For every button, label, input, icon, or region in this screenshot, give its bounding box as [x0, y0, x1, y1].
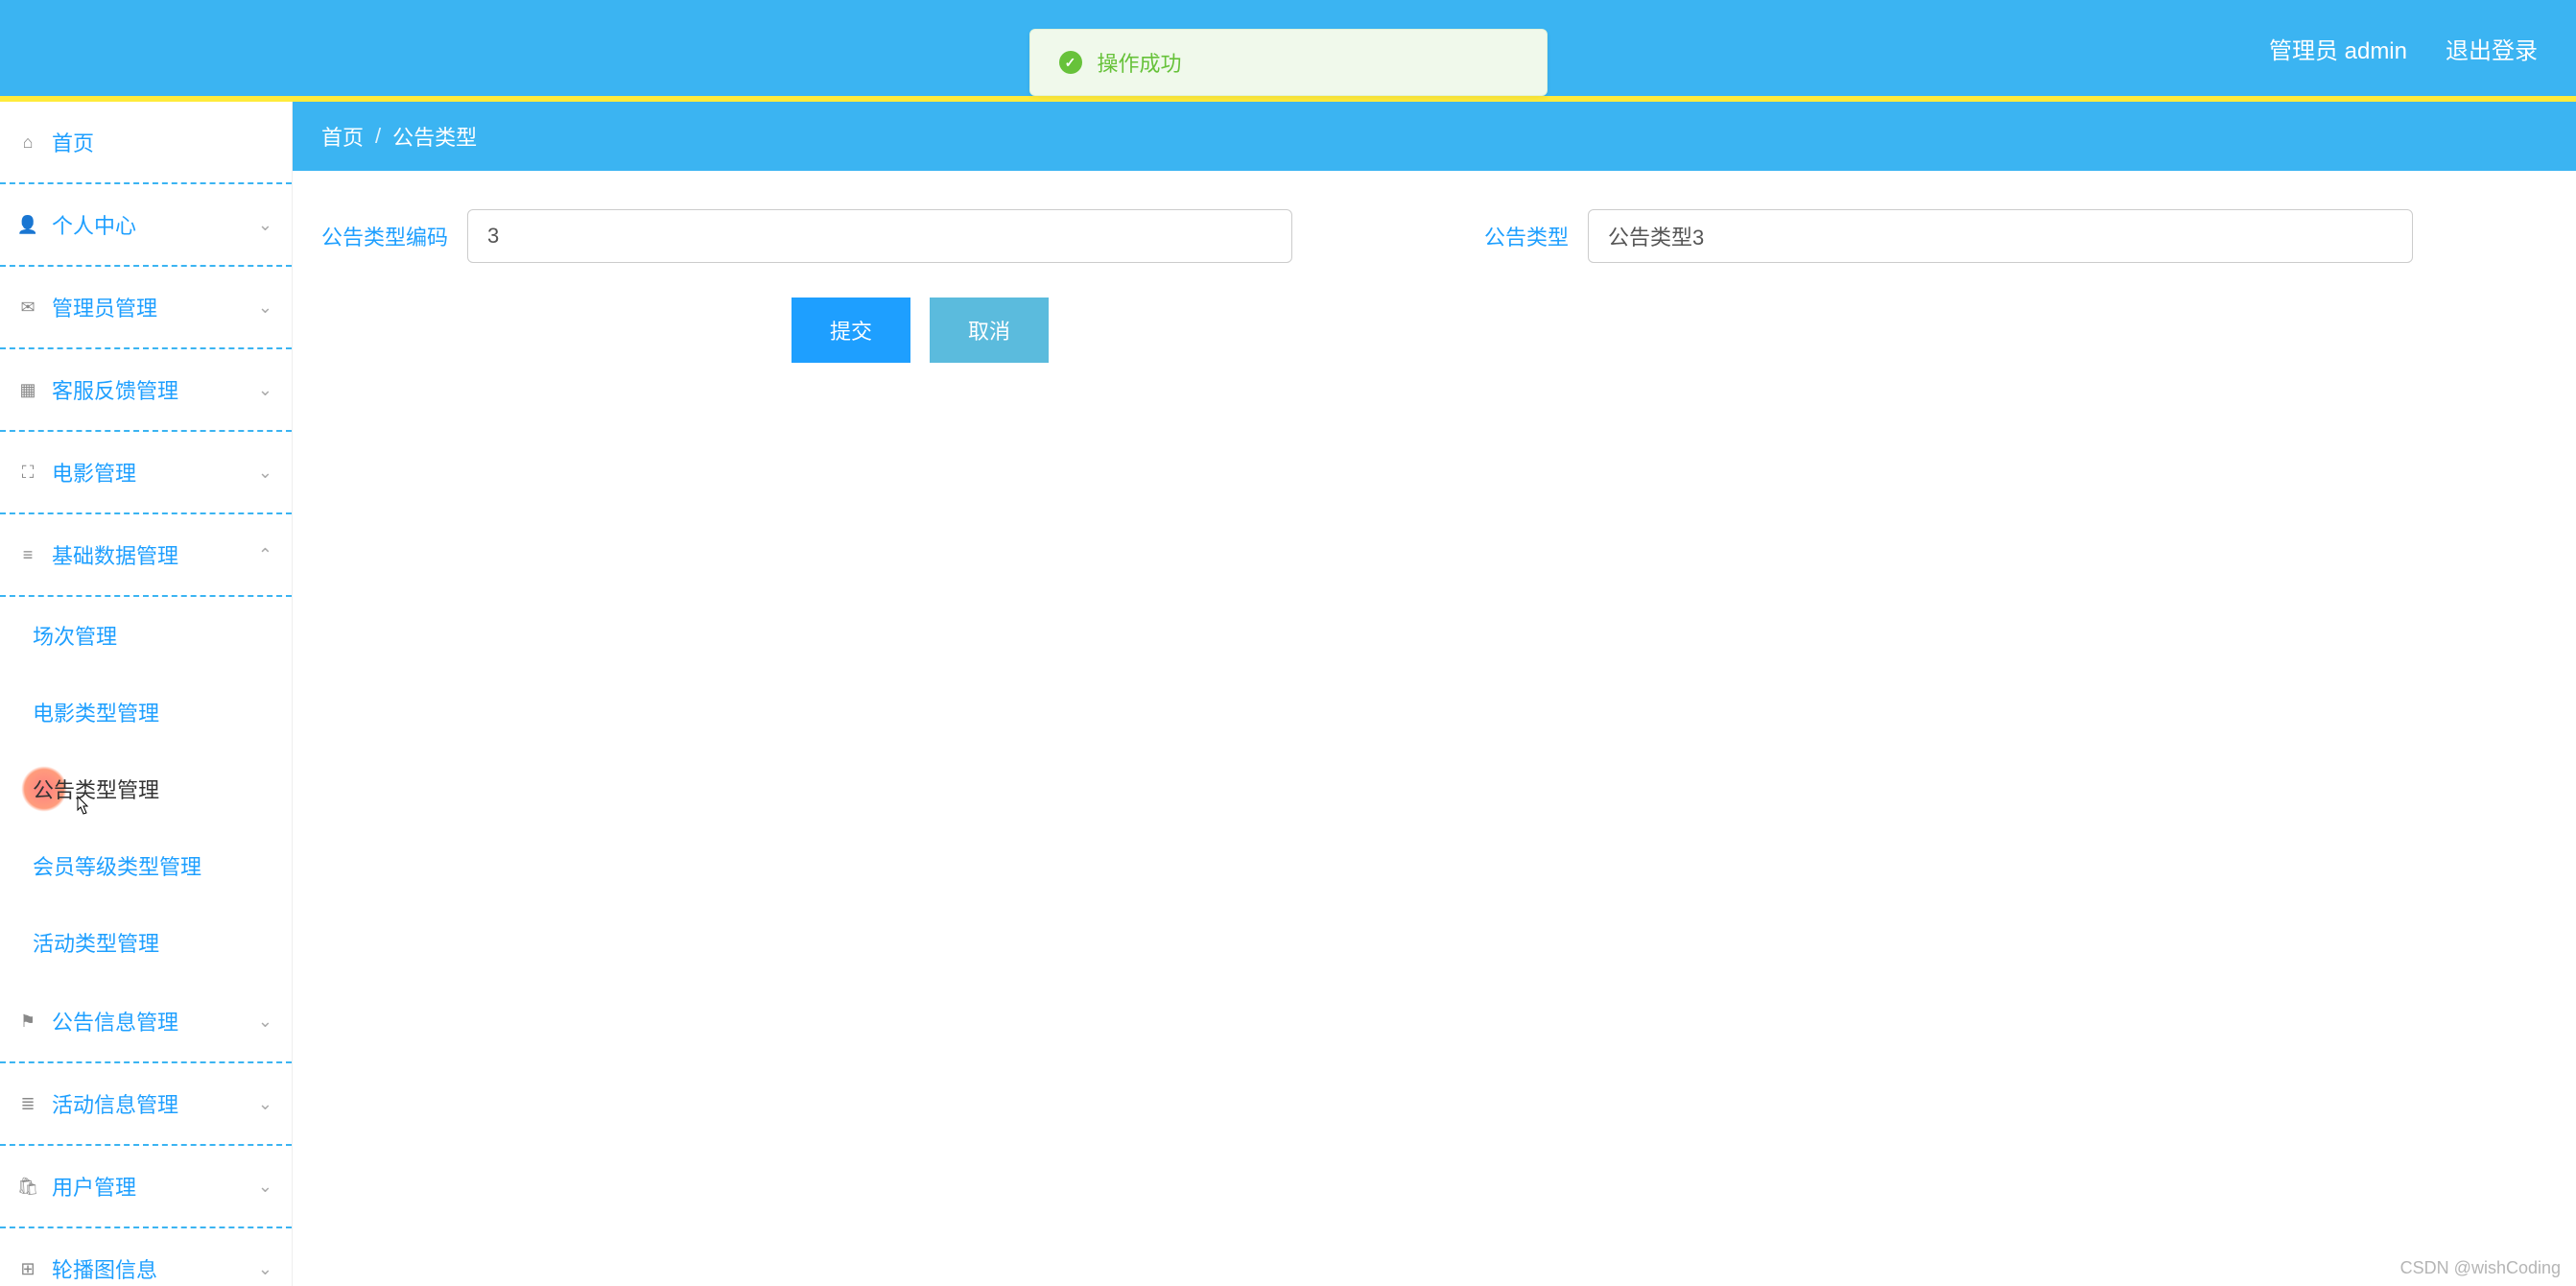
image-icon: ⊞ [17, 1258, 38, 1279]
main-container: ⌂ 首页 👤 个人中心 ⌄ ✉ 管理员管理 ⌄ ▦ 客服反馈管理 ⌄ ⛶ 电影管… [0, 102, 2576, 1286]
sidebar-subitem-label: 公告类型管理 [33, 778, 159, 802]
chevron-up-icon: ⌃ [258, 545, 272, 565]
sidebar-item-admin[interactable]: ✉ 管理员管理 ⌄ [0, 267, 292, 349]
sidebar-subitem-label: 场次管理 [33, 625, 117, 649]
sidebar-subitem-memberlevel[interactable]: 会员等级类型管理 [0, 827, 292, 904]
sidebar-item-feedback[interactable]: ▦ 客服反馈管理 ⌄ [0, 349, 292, 432]
sidebar-item-carousel[interactable]: ⊞ 轮播图信息 ⌄ [0, 1228, 292, 1286]
sidebar-item-label: 客服反馈管理 [52, 374, 178, 405]
bag-icon: 🛍 [17, 1176, 38, 1197]
sidebar-submenu-basedata: 场次管理 电影类型管理 公告类型管理 会员等级类型管理 活动类型管理 [0, 597, 292, 981]
list-icon: ≣ [17, 1093, 38, 1114]
admin-label[interactable]: 管理员 admin [2269, 32, 2407, 65]
sidebar-subitem-movietype[interactable]: 电影类型管理 [0, 674, 292, 750]
breadcrumb-current: 公告类型 [392, 121, 477, 152]
sidebar-item-notice[interactable]: ⚑ 公告信息管理 ⌄ [0, 981, 292, 1063]
logout-link[interactable]: 退出登录 [2446, 32, 2538, 65]
name-label: 公告类型 [1484, 221, 1569, 251]
code-label: 公告类型编码 [321, 221, 448, 251]
field-group-name: 公告类型 [1484, 209, 2413, 263]
home-icon: ⌂ [17, 131, 38, 153]
sidebar-subitem-label: 电影类型管理 [33, 702, 159, 726]
sidebar-item-profile[interactable]: 👤 个人中心 ⌄ [0, 184, 292, 267]
button-row: 提交 取消 [792, 298, 1049, 363]
sidebar-subitem-noticetype[interactable]: 公告类型管理 [0, 750, 292, 827]
grid-icon: ▦ [17, 379, 38, 400]
sidebar-item-label: 轮播图信息 [52, 1253, 157, 1284]
pointer-cursor-icon [71, 795, 90, 823]
chevron-down-icon: ⌄ [258, 380, 272, 400]
cancel-button[interactable]: 取消 [930, 298, 1049, 363]
sidebar-item-label: 活动信息管理 [52, 1088, 178, 1119]
code-input[interactable] [467, 209, 1292, 263]
name-input[interactable] [1588, 209, 2413, 263]
flag-icon: ⚑ [17, 1011, 38, 1032]
header-right: 管理员 admin 退出登录 [2269, 32, 2538, 65]
expand-icon: ⛶ [17, 462, 38, 483]
check-circle-icon: ✓ [1059, 51, 1082, 74]
sidebar-item-label: 电影管理 [52, 457, 136, 488]
chevron-down-icon: ⌄ [258, 1259, 272, 1279]
chevron-down-icon: ⌄ [258, 1177, 272, 1197]
chevron-down-icon: ⌄ [258, 215, 272, 235]
breadcrumb-home[interactable]: 首页 [321, 121, 364, 152]
sidebar-subitem-label: 活动类型管理 [33, 932, 159, 956]
sidebar: ⌂ 首页 👤 个人中心 ⌄ ✉ 管理员管理 ⌄ ▦ 客服反馈管理 ⌄ ⛶ 电影管… [0, 102, 293, 1286]
sidebar-item-basedata[interactable]: ≡ 基础数据管理 ⌃ [0, 514, 292, 597]
submit-button[interactable]: 提交 [792, 298, 910, 363]
form-row: 公告类型编码 公告类型 [321, 209, 2547, 263]
breadcrumb: 首页 / 公告类型 [293, 102, 2576, 171]
sidebar-item-movie[interactable]: ⛶ 电影管理 ⌄ [0, 432, 292, 514]
field-group-code: 公告类型编码 [321, 209, 1292, 263]
sidebar-subitem-activitytype[interactable]: 活动类型管理 [0, 904, 292, 981]
chevron-down-icon: ⌄ [258, 1012, 272, 1032]
sidebar-item-label: 公告信息管理 [52, 1006, 178, 1036]
breadcrumb-separator: / [375, 124, 381, 149]
sidebar-subitem-session[interactable]: 场次管理 [0, 597, 292, 674]
sidebar-item-user[interactable]: 🛍 用户管理 ⌄ [0, 1146, 292, 1228]
sidebar-item-home[interactable]: ⌂ 首页 [0, 102, 292, 184]
form-area: 公告类型编码 公告类型 提交 取消 [293, 171, 2576, 401]
chevron-down-icon: ⌄ [258, 298, 272, 318]
sidebar-item-label: 用户管理 [52, 1171, 136, 1202]
sidebar-subitem-label: 会员等级类型管理 [33, 855, 201, 879]
chevron-down-icon: ⌄ [258, 463, 272, 483]
toast-message: 操作成功 [1098, 47, 1182, 78]
main-content: 首页 / 公告类型 公告类型编码 公告类型 提交 取消 [293, 102, 2576, 1286]
user-icon: 👤 [17, 214, 38, 235]
mail-icon: ✉ [17, 297, 38, 318]
sidebar-item-label: 管理员管理 [52, 292, 157, 322]
sidebar-item-label: 基础数据管理 [52, 539, 178, 570]
watermark: CSDN @wishCoding [2400, 1258, 2561, 1278]
success-toast: ✓ 操作成功 [1029, 29, 1548, 96]
sidebar-item-activity[interactable]: ≣ 活动信息管理 ⌄ [0, 1063, 292, 1146]
sidebar-item-label: 个人中心 [52, 209, 136, 240]
sidebar-item-label: 首页 [52, 127, 94, 157]
chevron-down-icon: ⌄ [258, 1094, 272, 1114]
sliders-icon: ≡ [17, 544, 38, 565]
